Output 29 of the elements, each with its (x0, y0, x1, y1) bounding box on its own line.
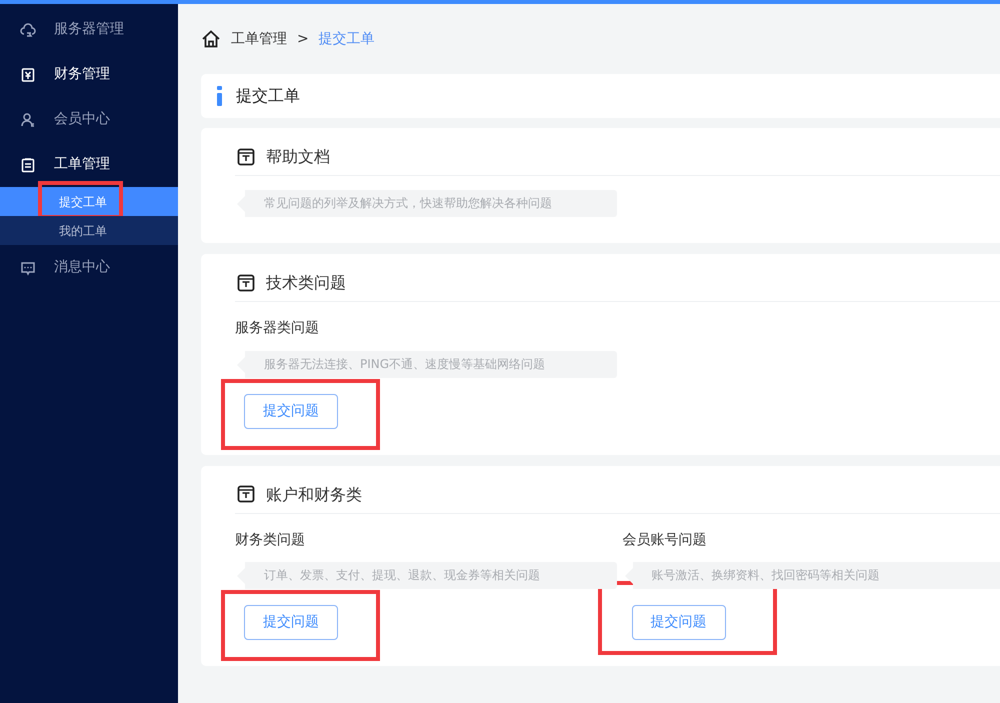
chat-icon (20, 260, 36, 276)
group-title: 会员账号问题 (622, 532, 708, 548)
document-icon (237, 148, 255, 166)
description-tooltip: 服务器无法连接、PING不通、速度慢等基础网络问题 (237, 350, 617, 378)
sidebar-item[interactable]: 工单管理 (0, 142, 178, 187)
sidebar-subitem[interactable]: 我的工单 (0, 216, 178, 245)
description-tooltip: 账号激活、换绑资料、找回密码等相关问题 (624, 562, 1000, 590)
document-icon (237, 485, 255, 504)
sidebar-item[interactable]: 服务器管理 (0, 7, 178, 52)
section-title: 技术类问题 (266, 272, 346, 292)
ledger-icon (20, 66, 36, 82)
cloud-icon (20, 22, 36, 38)
breadcrumb-link[interactable]: 工单管理 (231, 28, 287, 50)
breadcrumb-separator: > (297, 30, 309, 48)
section-title: 账户和财务类 (266, 484, 362, 504)
clipboard-icon (20, 156, 36, 172)
document-icon (237, 274, 255, 292)
sidebar-item[interactable]: 会员中心 (0, 97, 178, 142)
sidebar-item[interactable]: 财务管理 (0, 52, 178, 97)
user-icon (20, 112, 36, 128)
group-title: 财务类问题 (235, 532, 306, 548)
description-tooltip: 订单、发票、支付、提现、退款、现金券等相关问题 (237, 562, 617, 590)
info-icon (217, 86, 222, 106)
description-tooltip: 常见问题的列举及解决方式，快速帮助您解决各种问题 (237, 190, 617, 217)
page-title: 提交工单 (236, 85, 300, 107)
home-icon[interactable] (201, 29, 221, 49)
section-title: 帮助文档 (266, 146, 330, 166)
sidebar-item[interactable]: 消息中心 (0, 245, 178, 290)
group-title: 服务器类问题 (235, 320, 320, 337)
